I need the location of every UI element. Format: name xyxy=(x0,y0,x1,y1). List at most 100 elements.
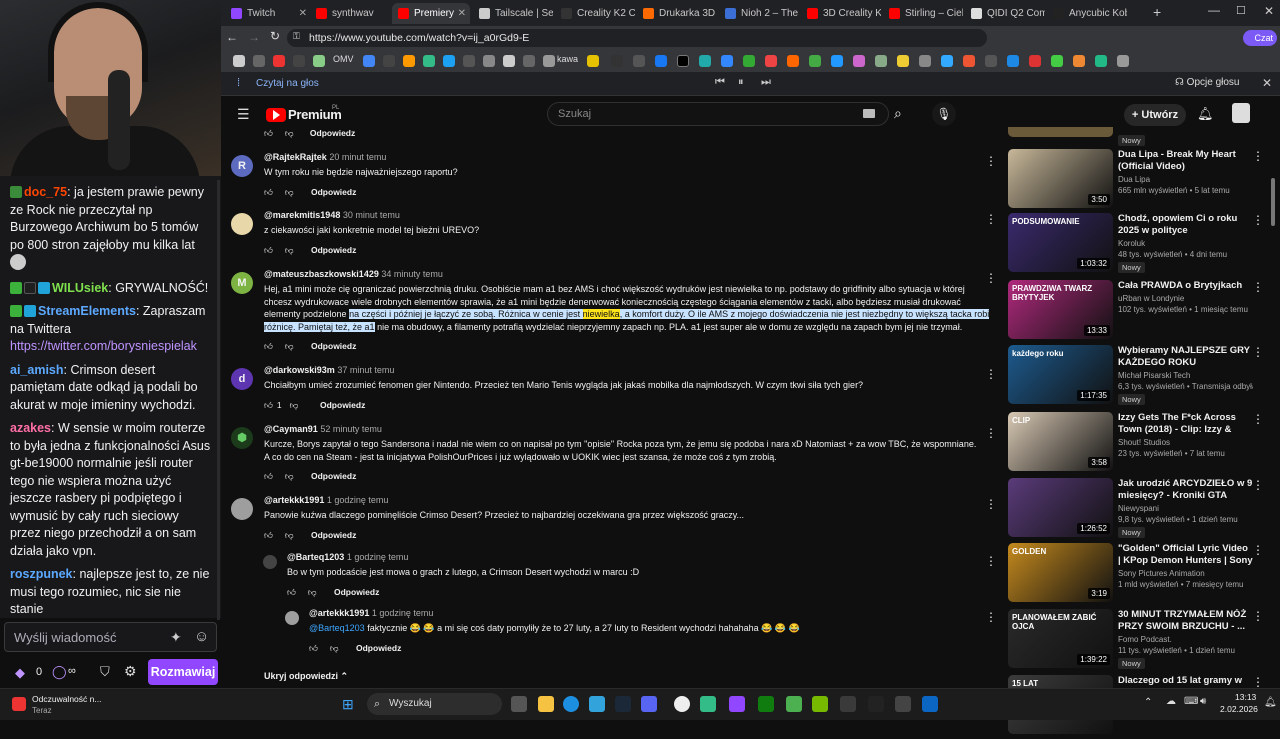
avatar[interactable]: M xyxy=(231,272,253,294)
bookmark-icon[interactable] xyxy=(897,55,909,67)
notification-title[interactable]: Odczuwalność n... xyxy=(32,694,101,704)
reply-button[interactable]: Odpowiedz xyxy=(356,643,401,653)
chat-username[interactable]: roszpunek xyxy=(10,567,73,581)
nvidia-icon[interactable] xyxy=(812,696,828,712)
previous-icon[interactable]: ⏮ xyxy=(715,76,725,89)
close-window-icon[interactable]: ✕ xyxy=(1264,4,1274,18)
bookmark-icon[interactable] xyxy=(721,55,733,67)
reload-icon[interactable]: ↻ xyxy=(270,29,280,43)
bell-icon[interactable]: 🔔︎ xyxy=(1197,106,1214,122)
bookmark-icon[interactable] xyxy=(941,55,953,67)
chat-username[interactable]: doc_75 xyxy=(24,185,67,199)
video-title[interactable]: Izzy Gets The F*ck Across Town (2018) - … xyxy=(1118,412,1253,436)
comment-author[interactable]: @Cayman91 xyxy=(264,424,318,434)
like-icon[interactable]: 👍︎ xyxy=(264,245,273,255)
more-options-icon[interactable]: ⋮ xyxy=(985,555,997,567)
bookmark-icon[interactable] xyxy=(587,55,599,67)
app-icon[interactable] xyxy=(840,696,856,712)
video-thumbnail[interactable] xyxy=(1008,127,1113,137)
youtube-search-input[interactable]: Szukaj xyxy=(547,102,889,126)
chat-username[interactable]: WILUsiek xyxy=(52,281,108,295)
comment-time[interactable]: 1 godzinę temu xyxy=(347,552,409,562)
shield-icon[interactable]: ⛉ xyxy=(100,664,110,680)
comment-author[interactable]: @artekkk1991 xyxy=(309,608,369,618)
avatar[interactable]: R xyxy=(231,155,253,177)
bookmark-icon[interactable] xyxy=(403,55,415,67)
sidebar-video[interactable]: GOLDEN 3:19 "Golden" Official Lyric Video … xyxy=(1008,543,1268,607)
file-explorer-icon[interactable] xyxy=(538,696,554,712)
close-icon[interactable]: ✕ xyxy=(1262,76,1272,90)
avatar[interactable] xyxy=(263,555,277,569)
more-options-icon[interactable]: ⋮ xyxy=(1252,478,1264,492)
like-icon[interactable]: 👍︎ xyxy=(264,530,273,540)
reply-button[interactable]: Odpowiedz xyxy=(311,341,356,351)
dislike-icon[interactable]: 👎︎ xyxy=(285,471,294,481)
steam-icon[interactable] xyxy=(615,696,631,712)
chat-username[interactable]: azakes xyxy=(10,421,51,435)
video-title[interactable]: Dlaczego od 15 lat gramy w xyxy=(1118,675,1253,687)
bookmark-icon[interactable] xyxy=(633,55,645,67)
search-icon[interactable]: ⌕ xyxy=(894,105,902,122)
bookmark-icon[interactable] xyxy=(543,55,555,67)
more-options-icon[interactable]: ⋮ xyxy=(985,427,997,439)
forward-icon[interactable]: → xyxy=(248,30,260,44)
network-icon[interactable]: ⌨ xyxy=(1184,696,1198,707)
sidebar-video[interactable]: każdego roku 1:17:35 Wybieramy NAJLEPSZE G… xyxy=(1008,345,1268,409)
smiley-icon[interactable]: ☺ xyxy=(194,628,209,645)
bookmark-icon[interactable] xyxy=(1095,55,1107,67)
tab-anycubic[interactable]: Anycubic Kob xyxy=(1047,3,1127,24)
back-icon[interactable]: ← xyxy=(226,30,238,44)
tab-qidi[interactable]: QIDI Q2 Comb xyxy=(965,3,1045,24)
like-icon[interactable]: 👍︎ xyxy=(264,400,273,410)
tab-premiery[interactable]: Premiery ✕ xyxy=(392,3,470,24)
x-icon[interactable] xyxy=(677,55,689,67)
bookmark-icon[interactable] xyxy=(273,55,285,67)
bookmark-icon[interactable] xyxy=(1029,55,1041,67)
more-options-icon[interactable]: ⋮ xyxy=(1252,543,1264,557)
video-title[interactable]: 30 MINUT TRZYMAŁEM NÓŻ PRZY SWOIM BRZUCH… xyxy=(1118,609,1253,633)
comment-time[interactable]: 52 minuty temu xyxy=(320,424,382,434)
comment-time[interactable]: 20 minut temu xyxy=(329,152,386,162)
app-icon[interactable] xyxy=(700,696,716,712)
app-icon[interactable] xyxy=(895,696,911,712)
bookmark-icon[interactable] xyxy=(875,55,887,67)
bookmark-icon[interactable] xyxy=(313,55,325,67)
dislike-icon[interactable]: 👎︎ xyxy=(308,587,317,597)
bookmark-icon[interactable] xyxy=(383,55,395,67)
tab-stirling[interactable]: Stirling – Ciek xyxy=(883,3,963,24)
video-thumbnail[interactable]: PLANOWAŁEM ZABIĆ OJCA 1:39:22 xyxy=(1008,609,1113,668)
bookmark-icon[interactable] xyxy=(523,55,535,67)
reply-button[interactable]: Odpowiedz xyxy=(311,245,356,255)
bookmark-icon[interactable] xyxy=(443,55,455,67)
reply-button[interactable]: Odpowiedz xyxy=(311,187,356,197)
bookmark-icon[interactable] xyxy=(963,55,975,67)
channel-name[interactable]: Niewyspani xyxy=(1118,504,1253,513)
video-title[interactable]: Dua Lipa - Break My Heart (Official Vide… xyxy=(1118,149,1253,173)
comment-author[interactable]: @marekmitis1948 xyxy=(264,210,340,220)
comment-time[interactable]: 30 minut temu xyxy=(343,210,400,220)
channel-name[interactable]: Koroluk xyxy=(1118,239,1253,248)
hide-replies-button[interactable]: Ukryj odpowiedzi ⌃ xyxy=(264,671,348,682)
clock-date[interactable]: 2.02.2026 xyxy=(1220,704,1258,714)
avatar[interactable] xyxy=(285,611,299,625)
minimize-icon[interactable]: — xyxy=(1208,3,1220,17)
dislike-icon[interactable]: 👎︎ xyxy=(285,530,294,540)
bookmark-icon[interactable] xyxy=(787,55,799,67)
video-title[interactable]: Chodź, opowiem Ci o roku 2025 w polityce xyxy=(1118,213,1253,237)
channel-name[interactable]: Michał Pisarski Tech xyxy=(1118,371,1253,380)
send-chat-button[interactable]: Rozmawiaj xyxy=(148,659,218,685)
sidebar-video[interactable]: PODSUMOWANIE 1:03:32 Chodź, opowiem Ci o r… xyxy=(1008,213,1268,277)
close-icon[interactable]: ✕ xyxy=(299,3,307,24)
channel-name[interactable]: Fomo Podcast. xyxy=(1118,635,1253,644)
sidebar-video[interactable]: CLIP 3:58 Izzy Gets The F*ck Across Town (… xyxy=(1008,412,1268,476)
app-icon[interactable] xyxy=(868,696,884,712)
sidebar-video[interactable]: PLANOWAŁEM ZABIĆ OJCA 1:39:22 30 MINUT TRZ… xyxy=(1008,609,1268,673)
comment-time[interactable]: 34 minuty temu xyxy=(381,269,443,279)
video-thumbnail[interactable]: 1:26:52 xyxy=(1008,478,1113,537)
dislike-icon[interactable]: 👎︎ xyxy=(285,128,294,138)
tab-creality[interactable]: Creality K2 Co xyxy=(555,3,635,24)
channel-points-icon[interactable]: ◯ xyxy=(52,664,67,680)
video-thumbnail[interactable]: 3:50 xyxy=(1008,149,1113,208)
bookmark-icon[interactable] xyxy=(1007,55,1019,67)
new-tab-icon[interactable]: + xyxy=(1153,4,1161,20)
